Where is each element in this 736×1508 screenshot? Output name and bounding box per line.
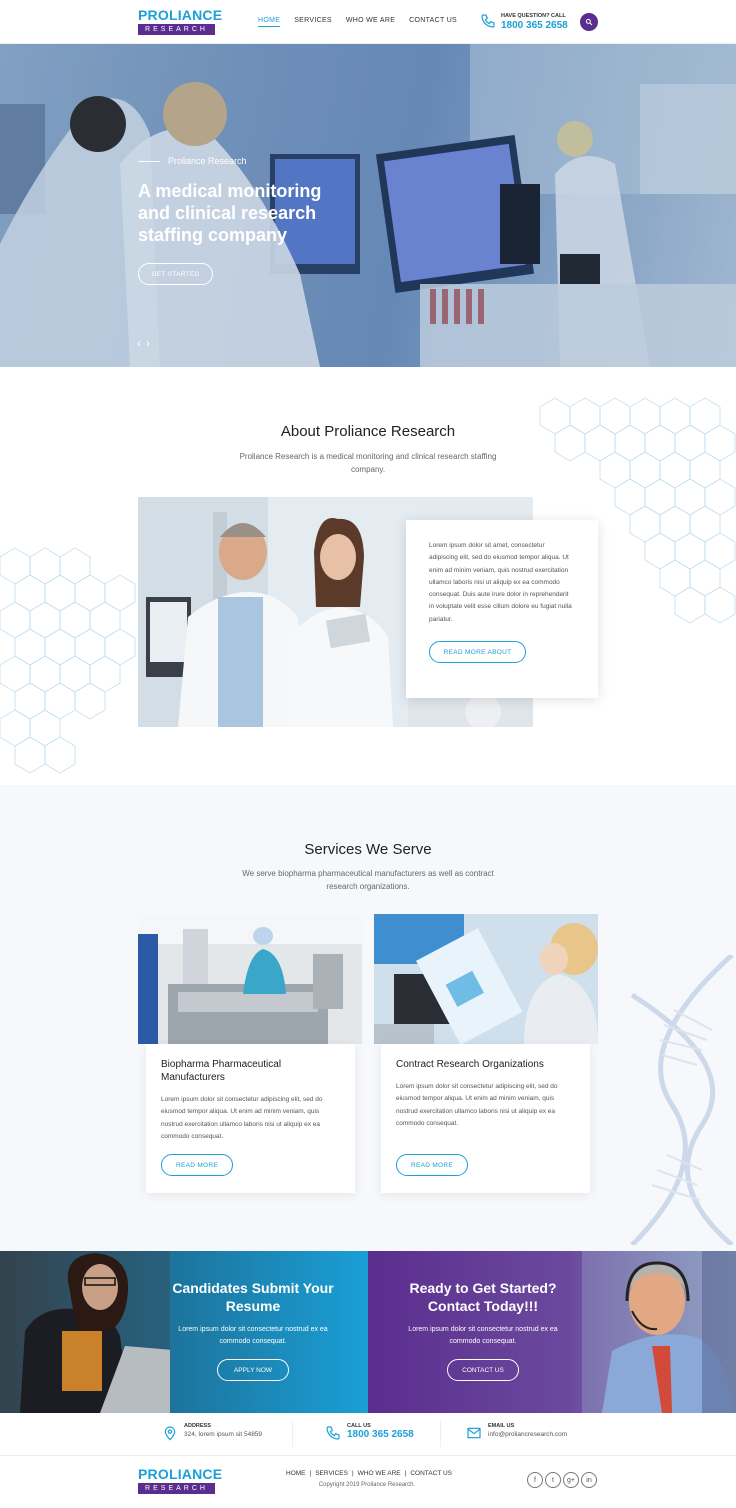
main-nav: HOME SERVICES WHO WE ARE CONTACT US [258, 17, 457, 27]
footer-link-services[interactable]: SERVICES [315, 1470, 348, 1477]
chevron-right-icon[interactable]: › [146, 336, 150, 350]
services-title: Services We Serve [304, 841, 432, 858]
about-subtitle: Proliance Research is a medical monitori… [239, 452, 497, 474]
nav-home[interactable]: HOME [258, 17, 281, 27]
envelope-icon [467, 1427, 481, 1439]
footer-separator: | [404, 1470, 407, 1477]
read-more-button[interactable]: READ MORE [161, 1154, 233, 1176]
cta-section: Candidates Submit Your Resume Lorem ipsu… [0, 1251, 736, 1413]
phone-icon [326, 1426, 340, 1440]
linkedin-icon[interactable]: in [581, 1472, 597, 1488]
footer-logo[interactable]: PROLIANCE RESEARCH [138, 1466, 223, 1494]
social-links: f t g+ in [527, 1472, 597, 1488]
email-value[interactable]: info@proliancresearch.com [488, 1431, 567, 1438]
cta-candidates-panel: Candidates Submit Your Resume Lorem ipsu… [0, 1251, 368, 1413]
site-logo[interactable]: PROLIANCE RESEARCH [138, 7, 223, 35]
cta-candidates-body: Lorem ipsum dolor sit consectetur nostru… [178, 1326, 328, 1345]
dna-helix-graphic [630, 955, 734, 1245]
map-pin-icon [164, 1426, 176, 1441]
logo-top-text: PROLIANCE [138, 7, 223, 23]
divider [292, 1421, 293, 1447]
get-started-button[interactable]: GET STARTED [138, 263, 213, 285]
hero-lab-image [0, 44, 736, 367]
address-info: ADDRESS 324, lorem ipsum sit 54859 [162, 1423, 262, 1441]
cta-contact-body: Lorem ipsum dolor sit consectetur nostru… [408, 1326, 558, 1345]
contact-us-button[interactable]: CONTACT US [447, 1359, 519, 1381]
about-section: About Proliance Research Proliance Resea… [0, 367, 736, 785]
hero-banner: Proliance Research A medical monitoring … [0, 44, 736, 367]
man-headset-image [582, 1251, 736, 1413]
about-body: Lorem ipsum dolor sit amet, consectetur … [429, 542, 572, 623]
footer-link-contact-us[interactable]: CONTACT US [410, 1470, 452, 1477]
footer-nav: HOME | SERVICES | WHO WE ARE | CONTACT U… [286, 1470, 452, 1477]
search-button[interactable] [580, 13, 598, 31]
hero-eyebrow-text: Proliance Research [168, 156, 247, 166]
cta-candidates-title: Candidates Submit Your Resume [172, 1280, 334, 1314]
eyebrow-line [138, 160, 160, 162]
logo-top-text: PROLIANCE [138, 1466, 223, 1482]
site-header: PROLIANCE RESEARCH HOME SERVICES WHO WE … [0, 0, 736, 44]
about-card: Lorem ipsum dolor sit amet, consectetur … [406, 520, 598, 698]
call-value[interactable]: 1800 365 2658 [347, 1429, 414, 1440]
service-card-contract-research: Contract Research Organizations Lorem ip… [381, 1044, 590, 1193]
services-subtitle: We serve biopharma pharmaceutical manufa… [242, 869, 494, 891]
service-card-title: Biopharma Pharmaceutical Manufacturers [161, 1059, 282, 1083]
header-question: HAVE QUESTION? CALL [501, 13, 566, 19]
biopharma-image [138, 914, 362, 1044]
phone-icon [481, 14, 495, 28]
footer-link-home[interactable]: HOME [286, 1470, 306, 1477]
hero-title: A medical monitoring and clinical resear… [138, 181, 322, 245]
about-title: About Proliance Research [280, 423, 456, 440]
hexagon-pattern-left [0, 547, 136, 774]
call-info: CALL US 1800 365 2658 [325, 1423, 414, 1441]
read-more-about-button[interactable]: READ MORE ABOUT [429, 641, 526, 664]
cta-contact-panel: Ready to Get Started? Contact Today!!! L… [368, 1251, 736, 1413]
chevron-left-icon[interactable]: ‹ [137, 336, 141, 350]
service-card-body: Lorem ipsum dolor sit consectetur adipis… [396, 1083, 558, 1127]
footer-separator: | [351, 1470, 354, 1477]
nav-who-we-are[interactable]: WHO WE ARE [346, 17, 395, 27]
google-plus-icon[interactable]: g+ [563, 1472, 579, 1488]
contact-info-strip: ADDRESS 324, lorem ipsum sit 54859 CALL … [0, 1413, 736, 1455]
service-card-biopharma: Biopharma Pharmaceutical Manufacturers L… [146, 1044, 355, 1193]
footer-separator: | [309, 1470, 312, 1477]
cta-contact-title: Ready to Get Started? Contact Today!!! [409, 1280, 557, 1314]
email-info: EMAIL US info@proliancresearch.com [466, 1423, 567, 1441]
logo-bottom-text: RESEARCH [138, 1483, 215, 1494]
footer-link-who-we-are[interactable]: WHO WE ARE [358, 1470, 401, 1477]
contract-research-image [374, 914, 598, 1044]
twitter-icon[interactable]: t [545, 1472, 561, 1488]
search-icon [585, 18, 593, 26]
logo-bottom-text: RESEARCH [138, 24, 215, 35]
nav-contact-us[interactable]: CONTACT US [409, 17, 457, 27]
nav-services[interactable]: SERVICES [294, 17, 332, 27]
services-section: Services We Serve We serve biopharma pha… [0, 785, 736, 1251]
email-label: EMAIL US [488, 1423, 515, 1429]
header-phone-number[interactable]: 1800 365 2658 [501, 20, 568, 31]
copyright: Copyright 2019 Proliance Research. [318, 1482, 416, 1488]
facebook-icon[interactable]: f [527, 1472, 543, 1488]
service-card-body: Lorem ipsum dolor sit consectetur adipis… [161, 1096, 323, 1140]
service-card-title: Contract Research Organizations [396, 1059, 544, 1070]
hero-eyebrow: Proliance Research [138, 156, 247, 166]
read-more-button[interactable]: READ MORE [396, 1154, 468, 1176]
apply-now-button[interactable]: APPLY NOW [217, 1359, 289, 1381]
site-footer: PROLIANCE RESEARCH HOME | SERVICES | WHO… [0, 1455, 736, 1508]
woman-laptop-image [0, 1251, 170, 1413]
hero-slider-arrows: ‹ › [137, 336, 150, 350]
address-value: 324, lorem ipsum sit 54859 [184, 1431, 263, 1438]
address-label: ADDRESS [184, 1423, 211, 1429]
divider [440, 1421, 441, 1447]
